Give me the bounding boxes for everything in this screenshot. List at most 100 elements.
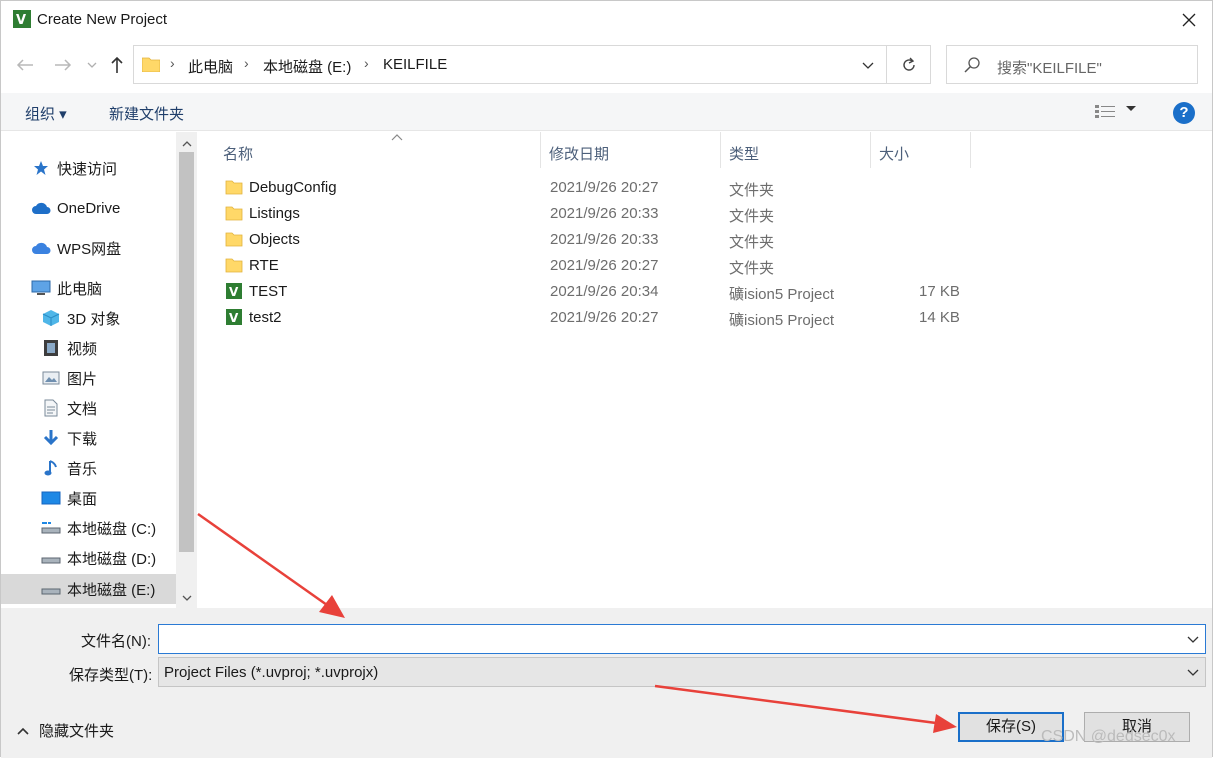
file-type: 文件夹: [729, 234, 775, 251]
svg-text:V: V: [16, 13, 26, 28]
filename-input[interactable]: [158, 624, 1206, 654]
column-header-size[interactable]: 大小: [871, 132, 971, 168]
column-header-type[interactable]: 类型: [721, 132, 871, 168]
address-history-dropdown[interactable]: [856, 55, 880, 75]
breadcrumb-this-pc[interactable]: 此电脑: [188, 56, 233, 77]
file-size: 14 KB: [919, 309, 960, 326]
breadcrumb-separator: ›: [364, 55, 369, 71]
breadcrumb-separator: ›: [244, 55, 249, 71]
sidebar-scrollbar[interactable]: [176, 132, 197, 608]
column-label: 名称: [223, 146, 254, 163]
close-button[interactable]: [1166, 1, 1212, 39]
organize-menu[interactable]: 组织 ▾: [25, 103, 67, 124]
sidebar-item-label: 此电脑: [57, 280, 103, 298]
forward-arrow-icon: [55, 59, 72, 71]
file-type: 礦ision5 Project: [729, 312, 835, 329]
file-row[interactable]: Objects 2021/9/26 20:33 文件夹: [221, 227, 981, 253]
breadcrumb-keilfile[interactable]: KEILFILE: [383, 56, 447, 73]
new-folder-button[interactable]: 新建文件夹: [109, 103, 184, 124]
folder-icon: [225, 180, 243, 195]
file-name: Listings: [249, 205, 300, 222]
navigation-bar: › 此电脑 › 本地磁盘 (E:) › KEILFILE 搜索"KEILFILE…: [1, 39, 1212, 91]
refresh-button[interactable]: [887, 45, 931, 84]
address-bar[interactable]: › 此电脑 › 本地磁盘 (E:) › KEILFILE: [133, 45, 887, 84]
cloud-icon: [31, 199, 51, 217]
uvision-project-icon: V: [226, 309, 242, 325]
folder-icon: [225, 232, 243, 247]
sidebar-item-label: 3D 对象: [67, 310, 121, 328]
file-row[interactable]: V TEST 2021/9/26 20:34 礦ision5 Project 1…: [221, 279, 981, 305]
help-icon[interactable]: ?: [1173, 102, 1195, 124]
search-placeholder: 搜索"KEILFILE": [997, 60, 1102, 77]
search-box[interactable]: 搜索"KEILFILE": [946, 45, 1198, 84]
up-arrow-icon: [111, 56, 123, 73]
recent-locations-button[interactable]: [83, 53, 101, 77]
keil-app-icon: V: [13, 10, 31, 28]
file-date: 2021/9/26 20:33: [550, 231, 659, 248]
svg-text:V: V: [229, 285, 239, 299]
svg-text:V: V: [229, 311, 239, 325]
computer-icon: [31, 279, 51, 297]
file-name: DebugConfig: [249, 179, 337, 196]
file-type: 文件夹: [729, 182, 775, 199]
file-row[interactable]: V test2 2021/9/26 20:27 礦ision5 Project …: [221, 305, 981, 331]
chevron-down-icon: [862, 62, 874, 69]
filetype-select[interactable]: Project Files (*.uvproj; *.uvprojx): [158, 657, 1206, 687]
sort-ascending-icon: [391, 134, 403, 141]
column-label: 类型: [729, 146, 760, 163]
hide-folders-toggle[interactable]: 隐藏文件夹: [17, 720, 114, 741]
file-type: 礦ision5 Project: [729, 286, 835, 303]
sidebar-item-label: 本地磁盘 (D:): [67, 550, 157, 568]
view-options-icon[interactable]: [1095, 104, 1117, 120]
save-options-panel: 文件名(N): 保存类型(T): Project Files (*.uvproj…: [1, 608, 1212, 758]
file-size: 17 KB: [919, 283, 960, 300]
sidebar-item-label: 本地磁盘 (E:): [67, 581, 156, 599]
file-row[interactable]: DebugConfig 2021/9/26 20:27 文件夹: [221, 175, 981, 201]
breadcrumb-separator: ›: [170, 55, 175, 71]
chevron-down-icon[interactable]: [1125, 105, 1137, 113]
up-button[interactable]: [105, 53, 129, 77]
forward-button[interactable]: [51, 53, 75, 77]
film-icon: [41, 339, 61, 357]
breadcrumb-drive-e[interactable]: 本地磁盘 (E:): [263, 56, 351, 77]
folder-icon: [225, 258, 243, 273]
file-name: RTE: [249, 257, 279, 274]
sidebar-item-label: 本地磁盘 (C:): [67, 520, 157, 538]
file-date: 2021/9/26 20:27: [550, 179, 659, 196]
chevron-down-icon: [1187, 669, 1199, 676]
file-row[interactable]: RTE 2021/9/26 20:27 文件夹: [221, 253, 981, 279]
file-date: 2021/9/26 20:33: [550, 205, 659, 222]
title-bar: V Create New Project: [1, 1, 1212, 39]
wps-cloud-icon: [31, 239, 51, 257]
back-button[interactable]: [13, 53, 37, 77]
sidebar-item-drive-e[interactable]: 本地磁盘 (E:): [1, 574, 176, 604]
file-type: 文件夹: [729, 260, 775, 277]
filename-label: 文件名(N):: [81, 633, 151, 650]
folder-icon: [142, 57, 160, 72]
document-icon: [41, 399, 61, 417]
file-name: test2: [249, 309, 282, 326]
scroll-down-arrow[interactable]: [176, 588, 197, 608]
column-label: 大小: [879, 146, 910, 163]
chevron-up-icon: [17, 727, 29, 735]
drive-icon: [41, 580, 61, 598]
chevron-down-icon[interactable]: [1185, 631, 1201, 647]
close-icon: [1182, 13, 1196, 27]
sidebar-item-label: 文档: [67, 400, 98, 418]
hide-folders-label: 隐藏文件夹: [39, 723, 115, 740]
star-icon: [31, 159, 51, 177]
column-header-modified[interactable]: 修改日期: [541, 132, 721, 168]
drive-icon: [41, 549, 61, 567]
scroll-thumb[interactable]: [179, 152, 194, 552]
scroll-up-arrow[interactable]: [176, 134, 197, 154]
file-name: TEST: [249, 283, 288, 300]
column-header-name[interactable]: 名称: [215, 132, 541, 168]
desktop-icon: [41, 489, 61, 507]
file-row[interactable]: Listings 2021/9/26 20:33 文件夹: [221, 201, 981, 227]
chevron-down-icon: [87, 62, 97, 68]
sidebar-item-label: 桌面: [67, 490, 98, 508]
filetype-value: Project Files (*.uvproj; *.uvprojx): [164, 664, 379, 681]
uvision-project-icon: V: [226, 283, 242, 299]
file-type: 文件夹: [729, 208, 775, 225]
back-arrow-icon: [16, 59, 33, 71]
